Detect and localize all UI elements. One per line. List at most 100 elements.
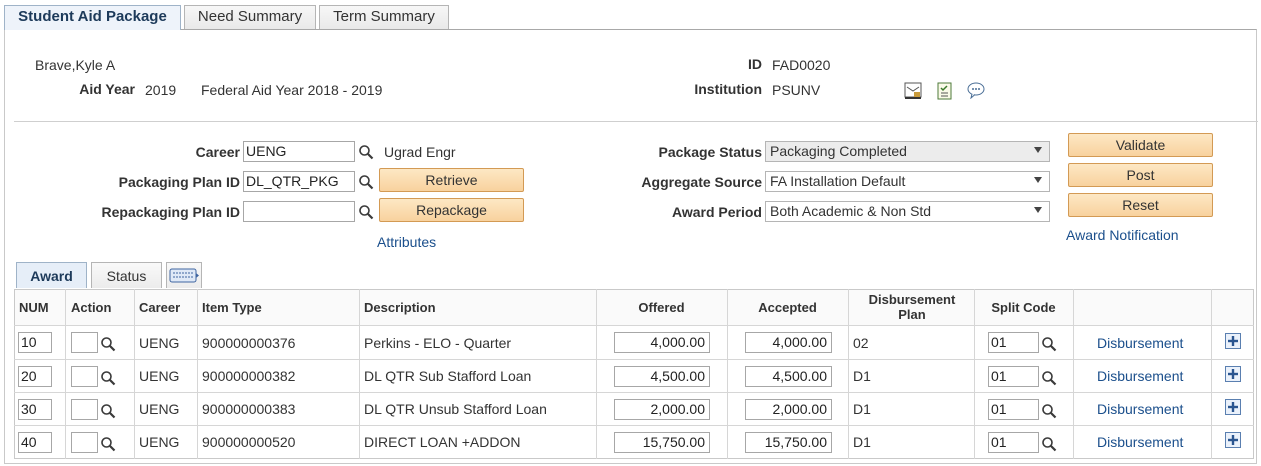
- package-status-value: Packaging Completed: [770, 143, 907, 159]
- retrieve-button[interactable]: Retrieve: [379, 168, 524, 192]
- col-header-action: Action: [71, 299, 112, 315]
- repack-search-icon[interactable]: [358, 204, 374, 220]
- career-label: Career: [195, 144, 240, 160]
- career-cell: UENG: [139, 434, 180, 450]
- award-period-select[interactable]: Both Academic & Non Std: [765, 201, 1050, 222]
- row-divider: [14, 392, 1254, 393]
- tab-need-summary[interactable]: Need Summary: [184, 5, 316, 29]
- grid-tab-status[interactable]: Status: [91, 262, 162, 288]
- split-code-search-icon[interactable]: [1041, 336, 1057, 352]
- offered-input[interactable]: 4,500.00: [614, 366, 710, 387]
- post-button[interactable]: Post: [1068, 163, 1213, 187]
- validate-button[interactable]: Validate: [1068, 133, 1213, 157]
- split-code-search-icon[interactable]: [1041, 436, 1057, 452]
- aid-year-label: Aid Year: [79, 81, 135, 97]
- add-row-icon[interactable]: [1225, 399, 1241, 415]
- num-input[interactable]: 30: [18, 399, 52, 420]
- disbursement-plan-cell: 02: [853, 335, 869, 351]
- accepted-input[interactable]: 2,000.00: [745, 399, 832, 420]
- split-code-search-icon[interactable]: [1041, 370, 1057, 386]
- disbursement-plan-cell: D1: [853, 434, 871, 450]
- tab-student-aid-package[interactable]: Student Aid Package: [4, 5, 181, 30]
- career-cell: UENG: [139, 335, 180, 351]
- action-search-icon[interactable]: [100, 403, 116, 419]
- aid-year-value: 2019: [145, 82, 177, 98]
- award-notification-link[interactable]: Award Notification: [1066, 227, 1179, 243]
- header-divider: [14, 121, 1258, 122]
- career-cell: UENG: [139, 368, 180, 384]
- offered-input[interactable]: 4,000.00: [614, 332, 710, 353]
- award-period-value: Both Academic & Non Std: [770, 203, 932, 219]
- split-code-input[interactable]: 01: [988, 366, 1039, 387]
- col-header-item-type: Item Type: [202, 299, 262, 315]
- num-input[interactable]: 10: [18, 332, 52, 353]
- id-value: FAD0020: [772, 57, 831, 73]
- add-row-icon[interactable]: [1225, 333, 1241, 349]
- repackaging-plan-label: Repackaging Plan ID: [101, 204, 240, 220]
- row-divider: [14, 325, 1254, 326]
- action-search-icon[interactable]: [100, 336, 116, 352]
- student-name: Brave,Kyle A: [35, 57, 116, 73]
- col-divider: [65, 289, 66, 459]
- disbursement-link[interactable]: Disbursement: [1097, 401, 1183, 417]
- disbursement-link[interactable]: Disbursement: [1097, 434, 1183, 450]
- tab-term-summary[interactable]: Term Summary: [319, 5, 449, 29]
- accepted-input[interactable]: 4,500.00: [745, 366, 832, 387]
- action-search-icon[interactable]: [100, 436, 116, 452]
- grid-tab-award[interactable]: Award: [16, 262, 87, 288]
- split-code-input[interactable]: 01: [988, 332, 1039, 353]
- col-divider: [197, 289, 198, 459]
- comment-icon[interactable]: [966, 81, 986, 100]
- item-type-cell: 900000000376: [202, 335, 296, 351]
- col-header-disbursement-plan: Disbursement Plan: [868, 292, 956, 322]
- reset-button[interactable]: Reset: [1068, 193, 1213, 217]
- split-code-input[interactable]: 01: [988, 399, 1039, 420]
- attributes-link[interactable]: Attributes: [377, 234, 436, 250]
- col-divider: [134, 289, 135, 459]
- action-input[interactable]: [71, 332, 98, 353]
- package-status-label: Package Status: [658, 144, 763, 160]
- disbursement-plan-cell: D1: [853, 401, 871, 417]
- chevron-down-icon: [1034, 177, 1042, 183]
- package-status-select[interactable]: Packaging Completed: [765, 141, 1050, 162]
- col-divider: [1211, 289, 1212, 459]
- letter-icon[interactable]: [904, 80, 924, 100]
- add-row-icon[interactable]: [1225, 366, 1241, 382]
- col-header-split-code: Split Code: [991, 299, 1056, 315]
- disbursement-link[interactable]: Disbursement: [1097, 335, 1183, 351]
- packaging-plan-label: Packaging Plan ID: [118, 174, 240, 190]
- col-header-offered: Offered: [638, 299, 685, 315]
- id-label: ID: [748, 56, 762, 72]
- action-input[interactable]: [71, 432, 98, 453]
- action-search-icon[interactable]: [100, 370, 116, 386]
- description-cell: Perkins - ELO - Quarter: [364, 335, 512, 351]
- plan-search-icon[interactable]: [358, 174, 374, 190]
- repackaging-plan-input[interactable]: [243, 201, 355, 222]
- action-input[interactable]: [71, 399, 98, 420]
- show-all-columns-icon[interactable]: [166, 262, 202, 288]
- col-header-description: Description: [364, 299, 436, 315]
- aggregate-source-value: FA Installation Default: [770, 173, 906, 189]
- accepted-input[interactable]: 4,000.00: [745, 332, 832, 353]
- num-input[interactable]: 40: [18, 432, 52, 453]
- accepted-input[interactable]: 15,750.00: [745, 432, 832, 453]
- disbursement-link[interactable]: Disbursement: [1097, 368, 1183, 384]
- offered-input[interactable]: 15,750.00: [614, 432, 710, 453]
- action-input[interactable]: [71, 366, 98, 387]
- disbursement-plan-cell: D1: [853, 368, 871, 384]
- packaging-plan-input[interactable]: DL_QTR_PKG: [243, 171, 355, 192]
- aggregate-source-select[interactable]: FA Installation Default: [765, 171, 1050, 192]
- checklist-icon[interactable]: [936, 81, 954, 101]
- split-code-input[interactable]: 01: [988, 432, 1039, 453]
- split-code-search-icon[interactable]: [1041, 403, 1057, 419]
- row-divider: [14, 425, 1254, 426]
- col-divider: [1073, 289, 1074, 459]
- career-search-icon[interactable]: [358, 144, 374, 160]
- career-input[interactable]: UENG: [243, 141, 355, 162]
- description-cell: DL QTR Unsub Stafford Loan: [364, 401, 547, 417]
- add-row-icon[interactable]: [1225, 432, 1241, 448]
- col-header-accepted: Accepted: [758, 299, 817, 315]
- offered-input[interactable]: 2,000.00: [614, 399, 710, 420]
- num-input[interactable]: 20: [18, 366, 52, 387]
- repackage-button[interactable]: Repackage: [379, 198, 524, 222]
